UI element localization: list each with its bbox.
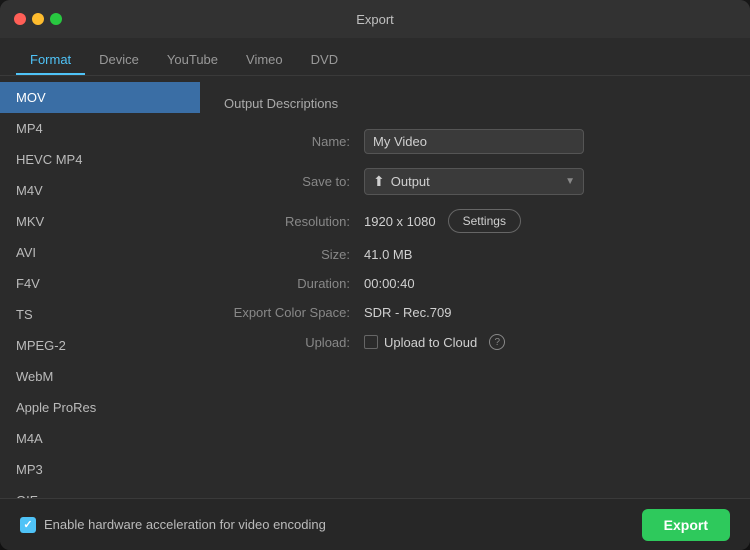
format-item-mov[interactable]: MOV [0, 82, 200, 113]
name-label: Name: [224, 134, 364, 149]
color-space-label: Export Color Space: [224, 305, 364, 320]
save-to-label: Save to: [224, 174, 364, 189]
name-row: Name: [224, 129, 726, 154]
footer-bar: ✓ Enable hardware acceleration for video… [0, 498, 750, 550]
tab-youtube[interactable]: YouTube [153, 44, 232, 75]
resolution-label: Resolution: [224, 214, 364, 229]
hw-acceleration-checkbox[interactable]: ✓ [20, 517, 36, 533]
tab-device[interactable]: Device [85, 44, 153, 75]
save-to-row: Save to: ⬆ Output ▼ [224, 168, 726, 195]
titlebar: Export [0, 0, 750, 38]
save-to-value: Output [391, 174, 430, 189]
checkmark-icon: ✓ [23, 518, 32, 531]
export-button[interactable]: Export [642, 509, 730, 541]
color-space-value: SDR - Rec.709 [364, 305, 451, 320]
output-descriptions-title: Output Descriptions [224, 96, 726, 111]
format-item-gif[interactable]: GIF [0, 485, 200, 498]
close-button[interactable] [14, 13, 26, 25]
save-to-dropdown[interactable]: ⬆ Output ▼ [364, 168, 584, 195]
minimize-button[interactable] [32, 13, 44, 25]
size-value: 41.0 MB [364, 247, 412, 262]
hw-acceleration-label: Enable hardware acceleration for video e… [44, 517, 326, 532]
upload-label: Upload: [224, 335, 364, 350]
duration-row: Duration: 00:00:40 [224, 276, 726, 291]
window-title: Export [356, 12, 394, 27]
upload-row: Upload: Upload to Cloud ? [224, 334, 726, 350]
format-item-mp3[interactable]: MP3 [0, 454, 200, 485]
resolution-value: 1920 x 1080 [364, 214, 436, 229]
format-item-f4v[interactable]: F4V [0, 268, 200, 299]
format-item-avi[interactable]: AVI [0, 237, 200, 268]
resolution-row: Resolution: 1920 x 1080 Settings [224, 209, 726, 233]
main-content: MOV MP4 HEVC MP4 M4V MKV AVI F4V TS MPEG… [0, 76, 750, 498]
format-item-ts[interactable]: TS [0, 299, 200, 330]
size-row: Size: 41.0 MB [224, 247, 726, 262]
upload-to-cloud-label: Upload to Cloud [384, 335, 477, 350]
info-icon[interactable]: ? [489, 334, 505, 350]
right-panel: Output Descriptions Name: Save to: ⬆ Out… [200, 76, 750, 498]
export-window: Export Format Device YouTube Vimeo DVD M… [0, 0, 750, 550]
format-item-webm[interactable]: WebM [0, 361, 200, 392]
duration-label: Duration: [224, 276, 364, 291]
chevron-down-icon: ▼ [565, 176, 575, 187]
maximize-button[interactable] [50, 13, 62, 25]
traffic-lights [14, 13, 62, 25]
format-item-mpeg2[interactable]: MPEG-2 [0, 330, 200, 361]
format-item-mp4[interactable]: MP4 [0, 113, 200, 144]
folder-icon: ⬆ [373, 173, 385, 190]
format-list: MOV MP4 HEVC MP4 M4V MKV AVI F4V TS MPEG… [0, 76, 200, 498]
size-label: Size: [224, 247, 364, 262]
color-space-row: Export Color Space: SDR - Rec.709 [224, 305, 726, 320]
tab-bar: Format Device YouTube Vimeo DVD [0, 38, 750, 76]
format-item-m4a[interactable]: M4A [0, 423, 200, 454]
format-item-hevc-mp4[interactable]: HEVC MP4 [0, 144, 200, 175]
upload-to-cloud-checkbox[interactable] [364, 335, 378, 349]
settings-button[interactable]: Settings [448, 209, 521, 233]
tab-format[interactable]: Format [16, 44, 85, 75]
format-item-apple-prores[interactable]: Apple ProRes [0, 392, 200, 423]
tab-vimeo[interactable]: Vimeo [232, 44, 297, 75]
tab-dvd[interactable]: DVD [297, 44, 352, 75]
format-item-m4v[interactable]: M4V [0, 175, 200, 206]
name-input[interactable] [364, 129, 584, 154]
format-item-mkv[interactable]: MKV [0, 206, 200, 237]
duration-value: 00:00:40 [364, 276, 415, 291]
